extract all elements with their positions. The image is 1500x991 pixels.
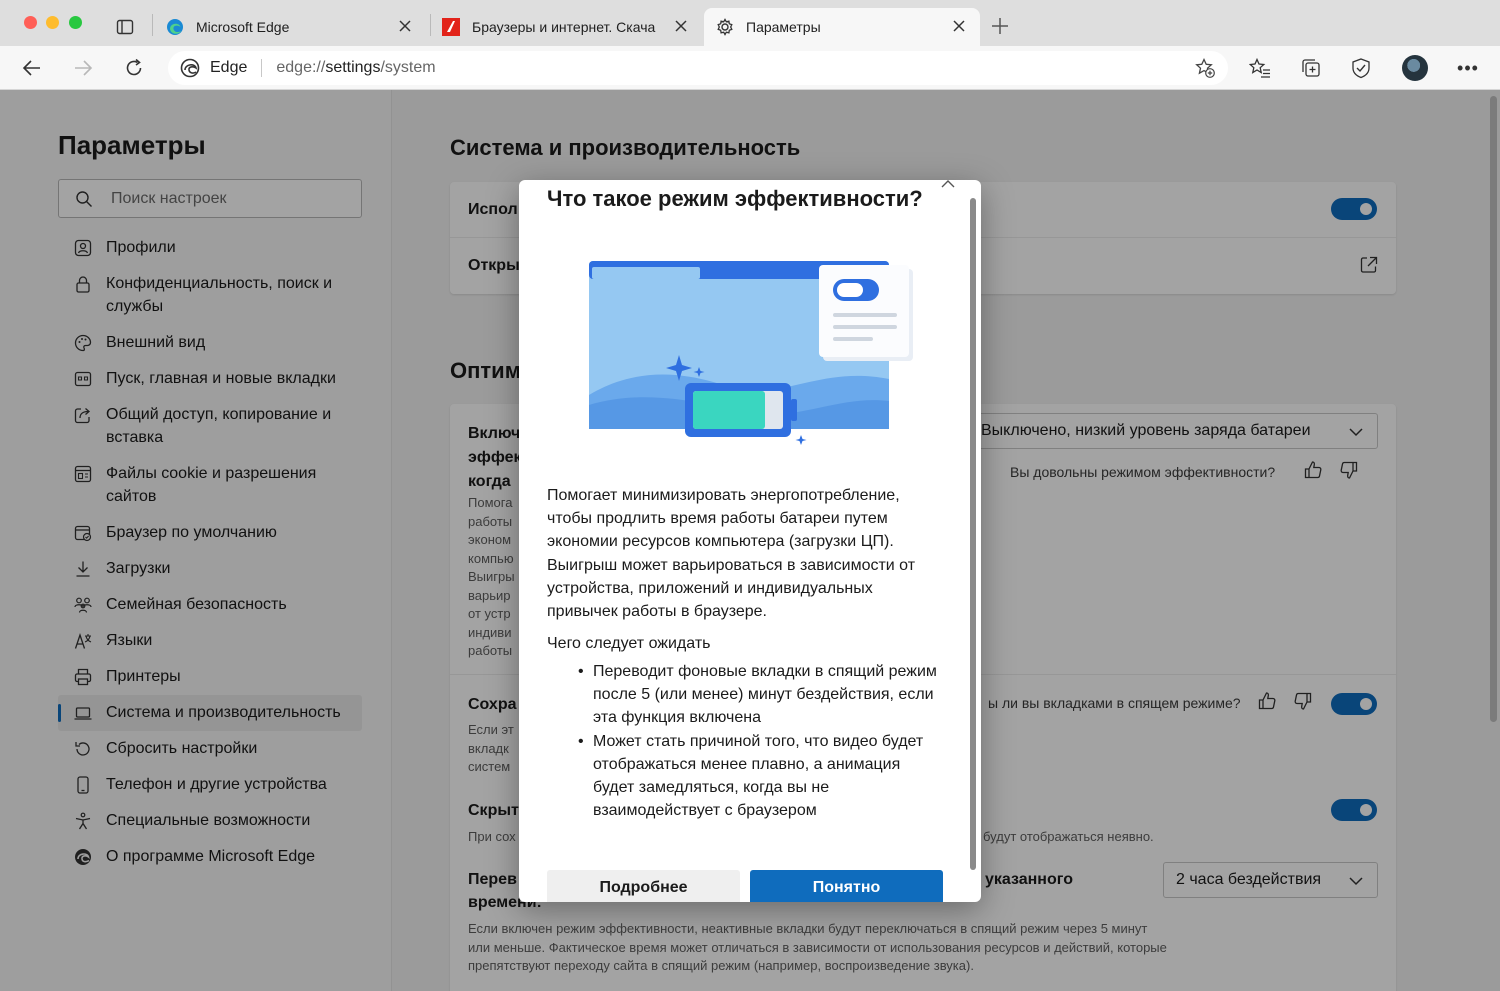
browser-essentials-icon[interactable]: [1350, 57, 1372, 79]
tab-title: Microsoft Edge: [196, 19, 290, 35]
close-icon: [399, 20, 411, 32]
plus-icon: [992, 18, 1008, 34]
tab-separator: [430, 14, 431, 36]
dialog-title: Что такое режим эффективности?: [547, 186, 923, 211]
window-minimize-button[interactable]: [46, 16, 59, 29]
tab-strip: Microsoft Edge Браузеры и интернет. Скач…: [0, 0, 1500, 46]
dialog-scrollbar[interactable]: [970, 198, 976, 870]
more-icon: •••: [1457, 57, 1479, 78]
expect-heading: Чего следует ожидать: [547, 635, 711, 652]
address-separator: [261, 59, 263, 77]
page-scrollbar[interactable]: [1490, 96, 1497, 722]
url-prefix: edge://: [276, 59, 326, 76]
dialog-description: Помогает минимизировать энергопотреблени…: [547, 487, 916, 621]
forward-button[interactable]: [69, 54, 97, 82]
list-item: Может стать причиной того, что видео буд…: [578, 730, 943, 823]
edge-logo-icon: [180, 58, 200, 78]
address-url: edge://settings/system: [276, 59, 435, 77]
efficiency-illustration: [589, 261, 913, 445]
address-bar[interactable]: Edge edge://settings/system: [168, 51, 1228, 85]
tab-settings[interactable]: Параметры: [704, 8, 980, 46]
back-arrow-icon: [22, 60, 40, 76]
collections-icon[interactable]: [1300, 57, 1322, 79]
window-close-button[interactable]: [24, 16, 37, 29]
window-zoom-button[interactable]: [69, 16, 82, 29]
close-tab-button[interactable]: [950, 17, 968, 35]
close-tab-button[interactable]: [396, 17, 414, 35]
close-icon: [675, 20, 687, 32]
edge-logo-icon: [167, 19, 183, 35]
settings-more-button[interactable]: •••: [1456, 56, 1480, 80]
close-tab-button[interactable]: [672, 17, 690, 35]
learn-more-button[interactable]: Подробнее: [547, 870, 740, 902]
toolbar: Edge edge://settings/system •••: [0, 46, 1500, 90]
efficiency-mode-dialog: Что такое режим эффективности? Помогает …: [519, 180, 981, 902]
address-brand: Edge: [210, 59, 248, 76]
expect-list: Переводит фоновые вкладки в спящий режим…: [578, 660, 943, 823]
site-favicon-icon: [442, 18, 460, 36]
got-it-button[interactable]: Понятно: [750, 870, 943, 902]
tab-actions-button[interactable]: [110, 12, 140, 42]
tab-browsers[interactable]: Браузеры и интернет. Скача: [436, 8, 702, 46]
new-tab-button[interactable]: [988, 14, 1012, 38]
forward-arrow-icon: [75, 60, 93, 76]
chevron-up-icon[interactable]: [940, 180, 956, 191]
back-button[interactable]: [18, 54, 46, 82]
refresh-icon: [126, 58, 142, 76]
tab-actions-icon: [116, 19, 134, 35]
list-item: Переводит фоновые вкладки в спящий режим…: [578, 660, 943, 730]
tab-microsoft-edge[interactable]: Microsoft Edge: [160, 8, 426, 46]
url-suffix: /system: [380, 59, 436, 76]
favorites-icon[interactable]: [1249, 57, 1271, 79]
refresh-button[interactable]: [120, 54, 148, 82]
gear-icon: [717, 18, 733, 36]
url-main: settings: [325, 59, 381, 76]
add-favorite-icon[interactable]: [1194, 57, 1216, 79]
profile-avatar[interactable]: [1402, 55, 1428, 81]
close-icon: [953, 20, 965, 32]
tab-title: Параметры: [746, 19, 821, 35]
tab-title: Браузеры и интернет. Скача: [472, 19, 656, 35]
tab-separator: [152, 14, 153, 36]
